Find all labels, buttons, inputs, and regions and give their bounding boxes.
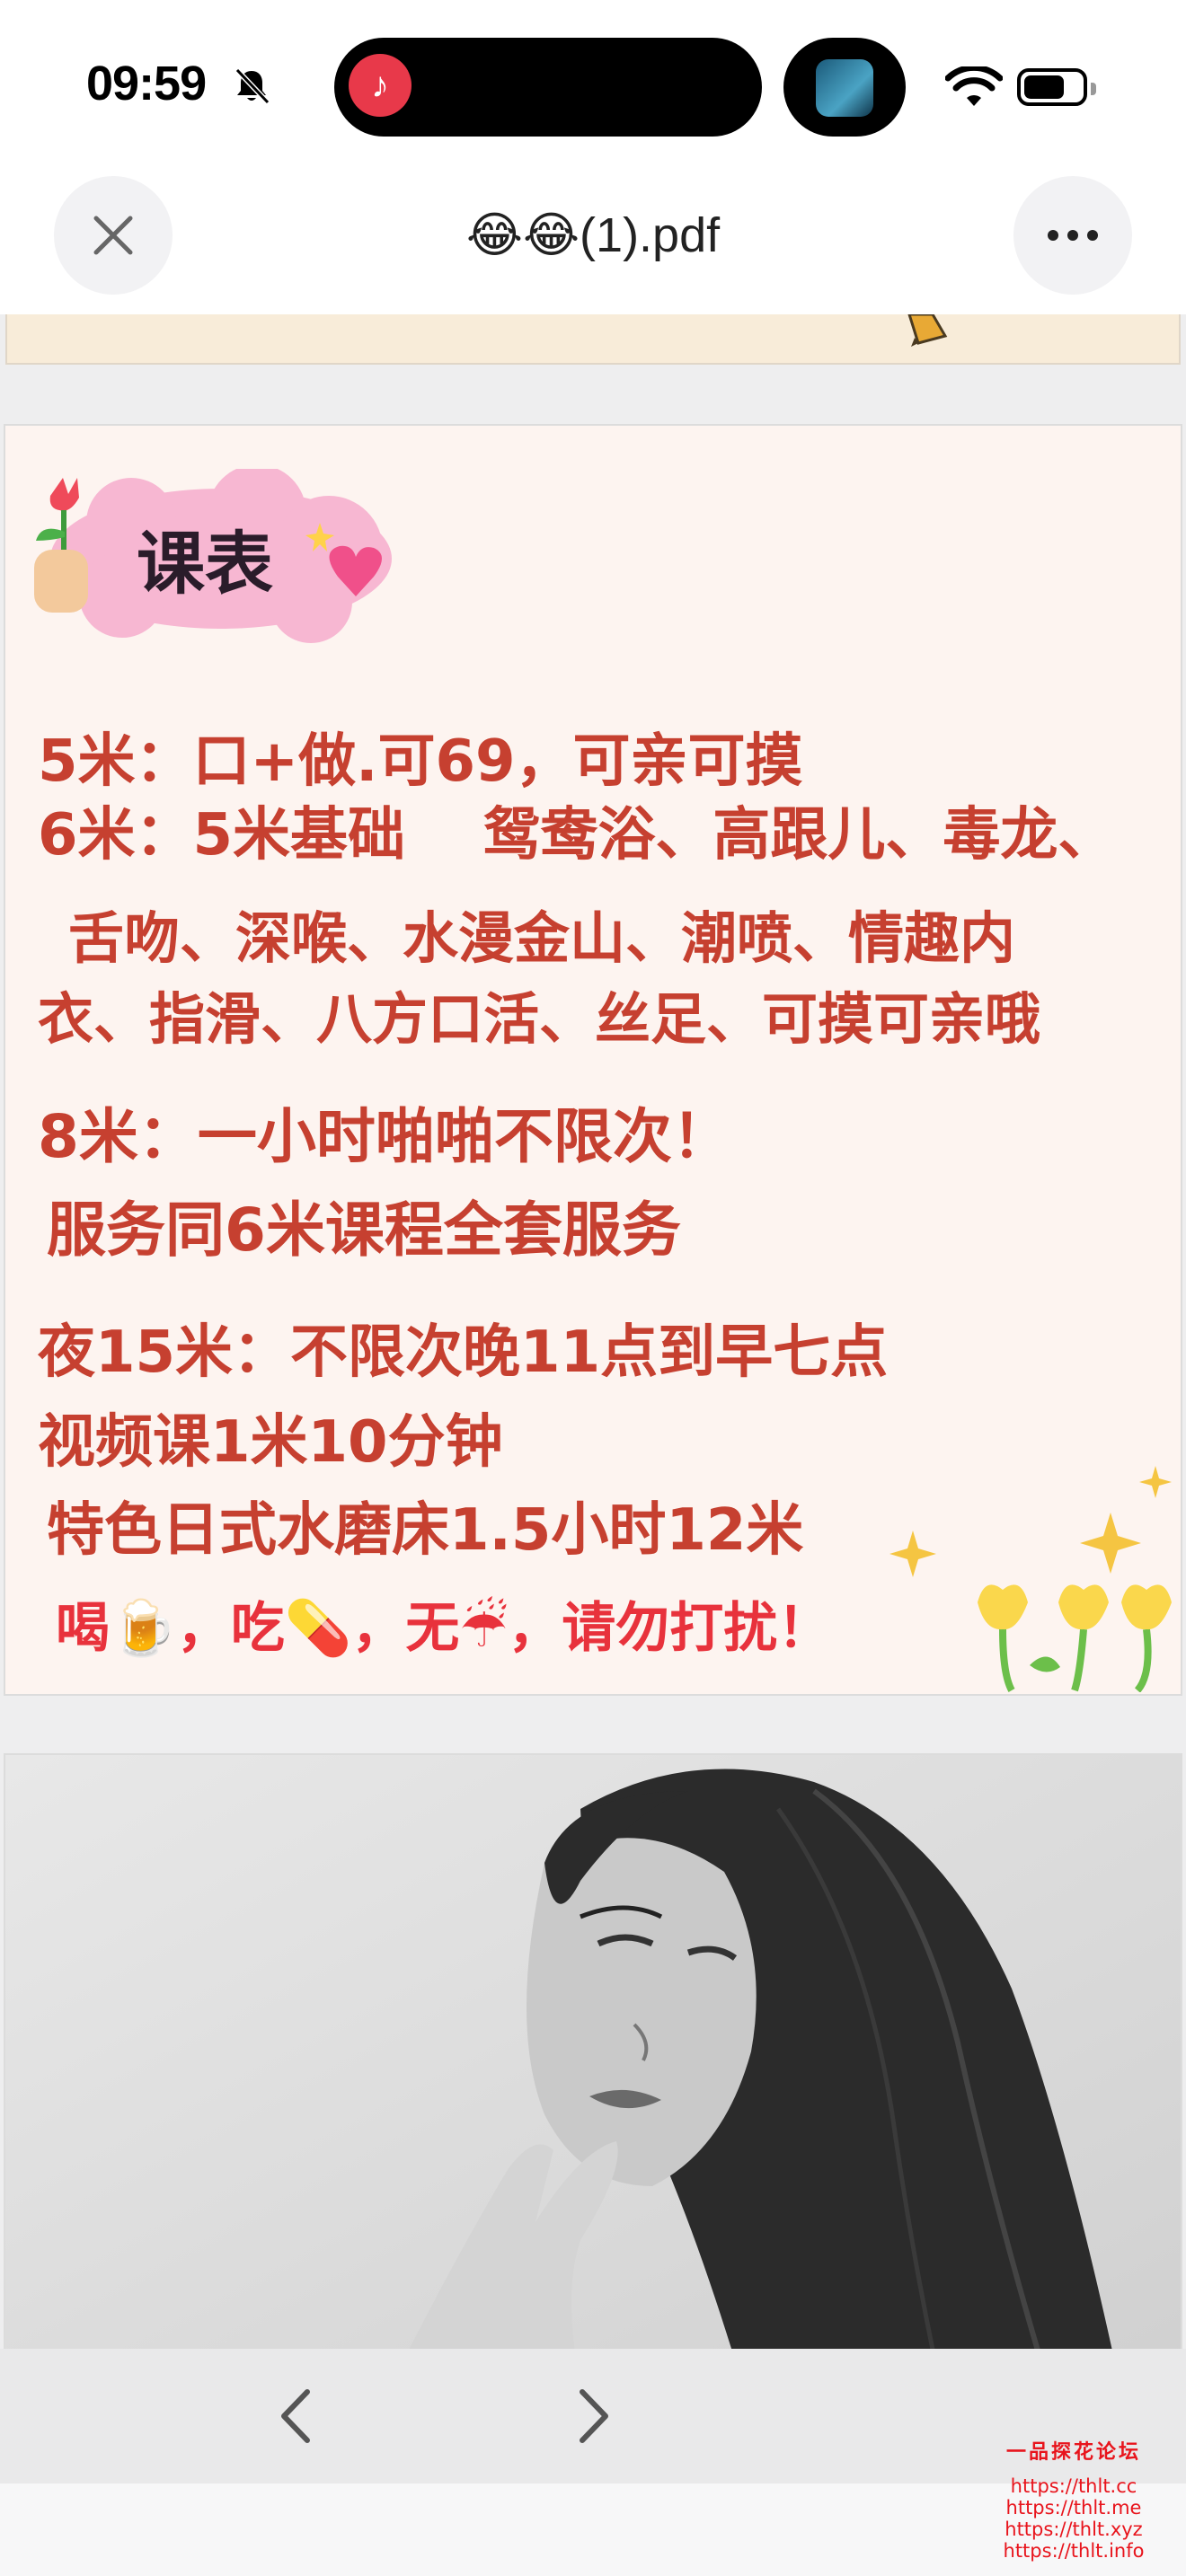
netease-music-icon[interactable]: ♪ (349, 54, 412, 117)
watermark-url: https://thlt.cc (1010, 2475, 1137, 2497)
watermark: 一品探花论坛 https://thlt.cc https://thlt.me h… (970, 2436, 1177, 2562)
pdf-page-previous (5, 314, 1181, 365)
chevron-right-icon[interactable] (566, 2385, 620, 2448)
more-button[interactable] (1013, 176, 1132, 295)
dynamic-island-activity[interactable] (783, 38, 906, 137)
pen-sticker-icon (907, 314, 948, 347)
battery-icon (1017, 68, 1096, 106)
portrait-photo (5, 1755, 1181, 2349)
schedule-line: 5米：口+做.可69，可亲可摸 (38, 728, 803, 795)
schedule-line: 服务同6米课程全套服务 (47, 1195, 681, 1265)
schedule-notice: 喝🍺，吃💊，无☔，请勿打扰！ (56, 1597, 832, 1660)
more-icon (1048, 230, 1098, 241)
status-bar: 09:59 ♪ (0, 0, 1186, 171)
schedule-line: 衣、指滑、八方口活、丝足、可摸可亲哦 (38, 986, 1041, 1052)
chevron-left-icon[interactable] (270, 2385, 323, 2448)
sparkle-icon (890, 1466, 1172, 1577)
dynamic-island[interactable]: ♪ (334, 38, 762, 137)
pdf-page-photo (4, 1753, 1182, 2349)
app-thumbnail-icon (816, 59, 873, 117)
pdf-page-schedule: 课表 5米：口+做.可69，可亲可摸 6米：5米基础 鸳鸯浴、高跟儿、毒龙、 舌… (4, 424, 1182, 1696)
pdf-viewer[interactable]: 课表 5米：口+做.可69，可亲可摸 6米：5米基础 鸳鸯浴、高跟儿、毒龙、 舌… (0, 314, 1186, 2349)
close-button[interactable] (54, 176, 173, 295)
bell-slash-icon (235, 67, 270, 105)
schedule-line: 舌吻、深喉、水漫金山、潮喷、情趣内 (68, 905, 1016, 971)
wifi-icon (945, 66, 1003, 106)
schedule-line: 8米：一小时啪啪不限次！ (38, 1102, 731, 1171)
schedule-heading: 课表 (137, 524, 273, 604)
close-icon (93, 216, 133, 255)
schedule-line: 视频课1米10分钟 (38, 1409, 503, 1476)
document-title: 😂😂(1).pdf (465, 208, 721, 262)
schedule-line: 6米：5米基础 鸳鸯浴、高跟儿、毒龙、 (38, 802, 1116, 869)
watermark-url: https://thlt.info (1003, 2540, 1145, 2562)
watermark-title: 一品探花论坛 (1005, 2441, 1141, 2464)
flowers-sticker (978, 1584, 1172, 1692)
watermark-url: https://thlt.xyz (1005, 2519, 1143, 2540)
status-time: 09:59 (86, 57, 207, 110)
schedule-line: 夜15米：不限次晚11点到早七点 (38, 1319, 889, 1386)
schedule-line: 特色日式水磨床1.5小时12米 (47, 1497, 804, 1564)
watermark-url: https://thlt.me (1005, 2497, 1142, 2519)
document-header: 😂😂(1).pdf (0, 171, 1186, 314)
